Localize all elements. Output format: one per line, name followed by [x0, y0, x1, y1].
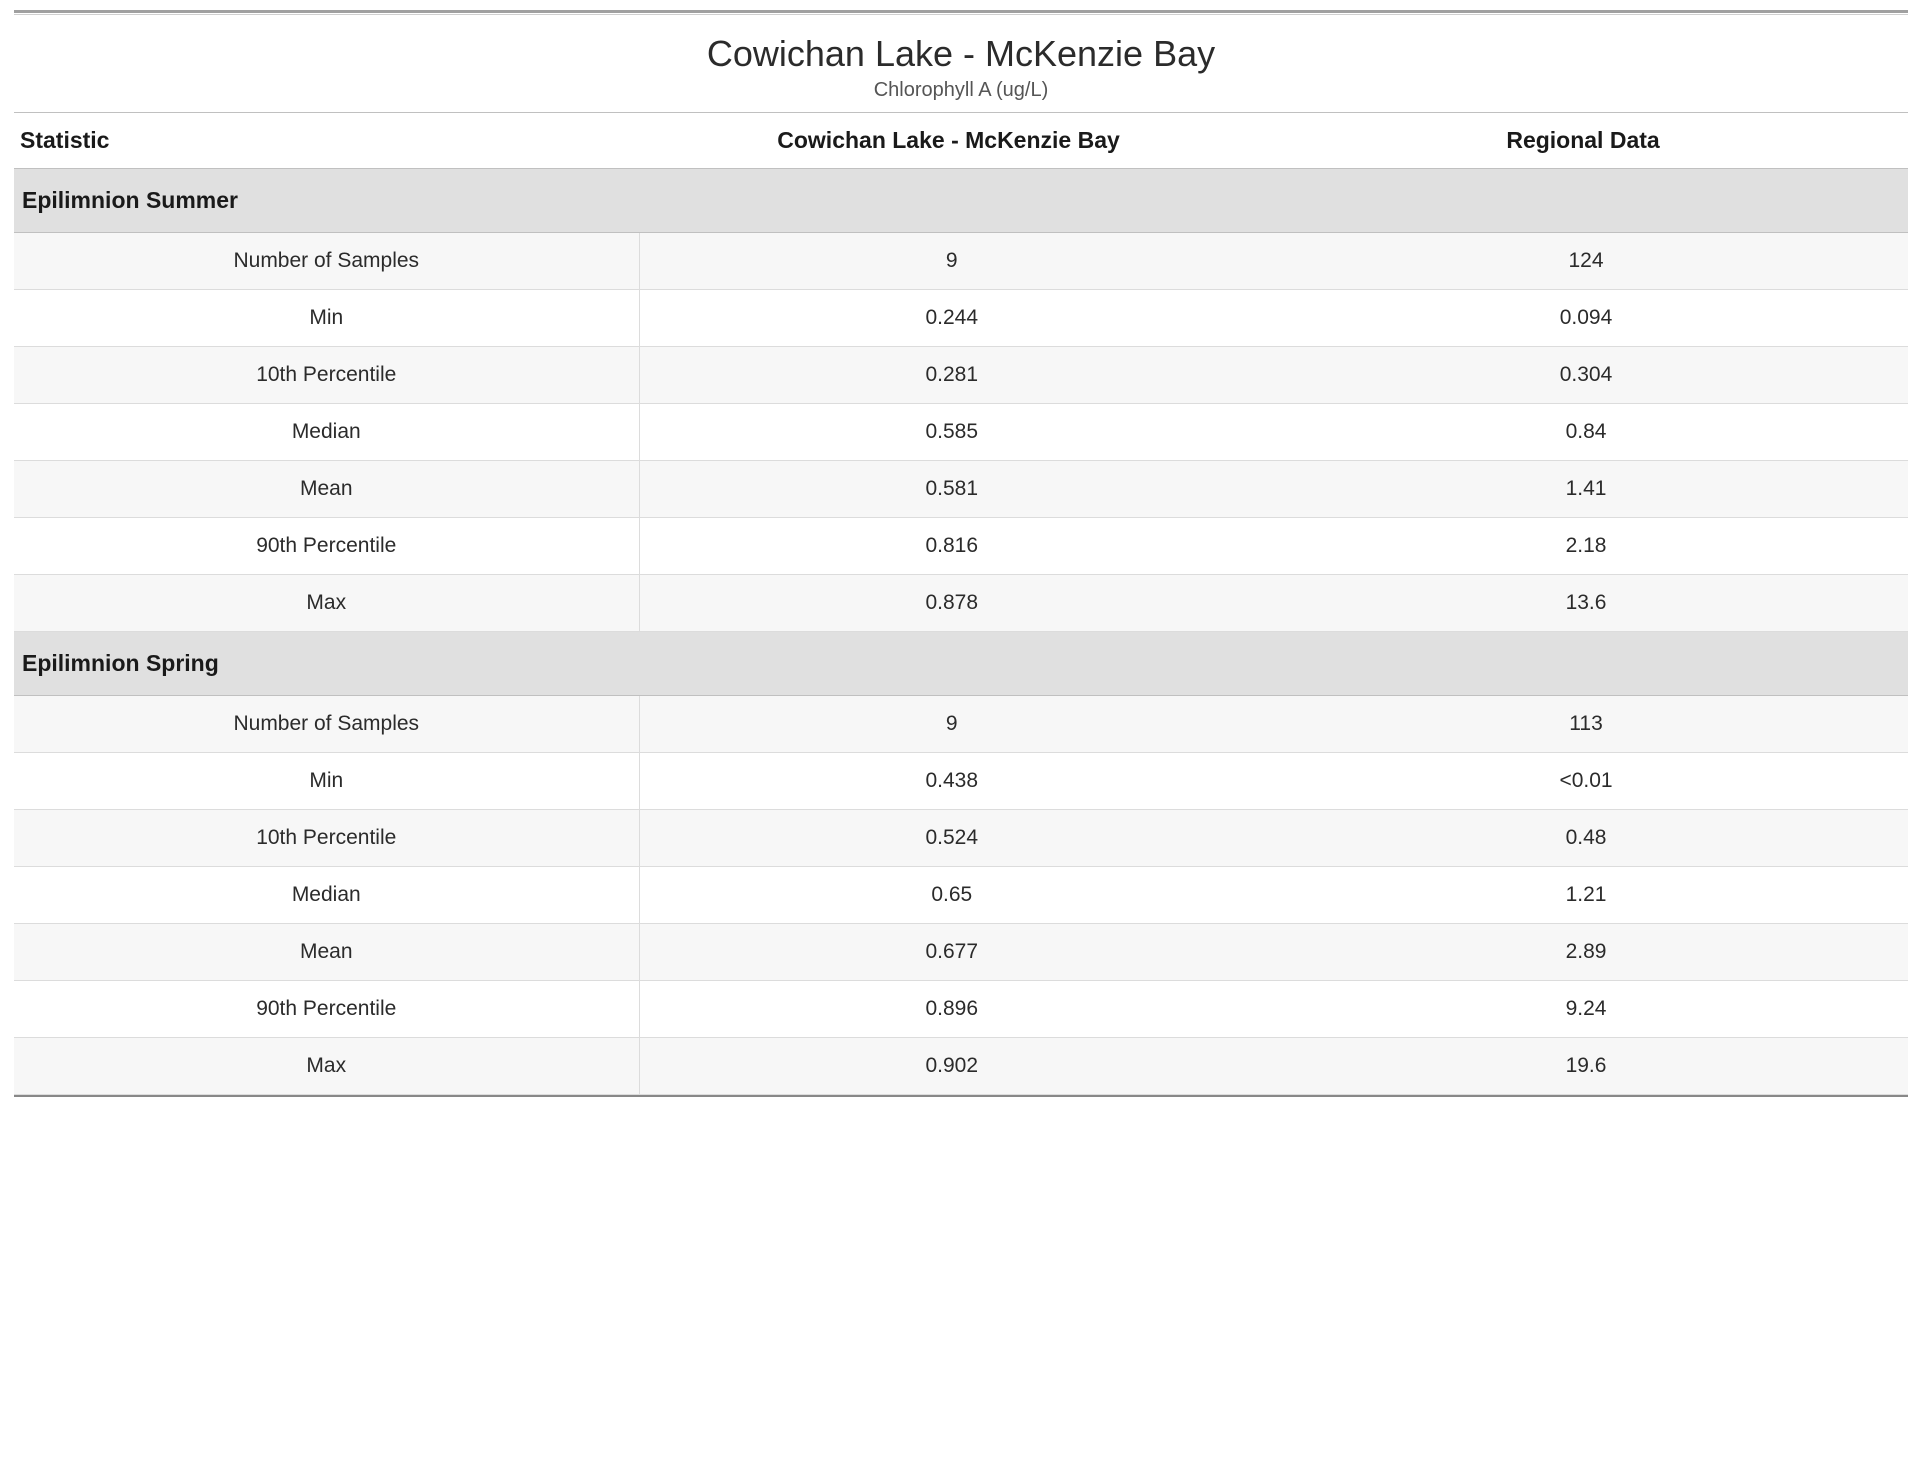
region-value-cell: 0.48: [1264, 810, 1908, 867]
stat-label-cell: Number of Samples: [14, 696, 639, 753]
site-value-cell: 0.438: [639, 753, 1264, 810]
stat-label-cell: Min: [14, 753, 639, 810]
site-value-cell: 0.902: [639, 1038, 1264, 1095]
table-row: Mean0.5811.41: [14, 461, 1908, 518]
region-value-cell: 13.6: [1264, 575, 1908, 632]
stat-label-cell: Number of Samples: [14, 233, 639, 290]
table-row: 90th Percentile0.8162.18: [14, 518, 1908, 575]
site-value-cell: 9: [639, 696, 1264, 753]
site-value-cell: 0.524: [639, 810, 1264, 867]
region-value-cell: 0.304: [1264, 347, 1908, 404]
stat-label-cell: Median: [14, 867, 639, 924]
stat-label-cell: Median: [14, 404, 639, 461]
site-value-cell: 0.878: [639, 575, 1264, 632]
table-row: 90th Percentile0.8969.24: [14, 981, 1908, 1038]
site-value-cell: 9: [639, 233, 1264, 290]
stat-label-cell: 90th Percentile: [14, 518, 639, 575]
table-row: Min0.438<0.01: [14, 753, 1908, 810]
region-value-cell: 124: [1264, 233, 1908, 290]
table-body: Epilimnion SummerNumber of Samples9124Mi…: [14, 169, 1908, 1095]
statistics-table: Statistic Cowichan Lake - McKenzie Bay R…: [14, 112, 1908, 1095]
region-value-cell: 19.6: [1264, 1038, 1908, 1095]
region-value-cell: 0.094: [1264, 290, 1908, 347]
region-value-cell: 0.84: [1264, 404, 1908, 461]
stat-label-cell: 90th Percentile: [14, 981, 639, 1038]
section-header-label: Epilimnion Spring: [14, 632, 1908, 696]
region-value-cell: 2.18: [1264, 518, 1908, 575]
stat-label-cell: Max: [14, 1038, 639, 1095]
site-value-cell: 0.65: [639, 867, 1264, 924]
site-value-cell: 0.281: [639, 347, 1264, 404]
stat-label-cell: Min: [14, 290, 639, 347]
section-header: Epilimnion Spring: [14, 632, 1908, 696]
page-title: Cowichan Lake - McKenzie Bay: [0, 33, 1922, 75]
table-row: Median0.651.21: [14, 867, 1908, 924]
region-value-cell: 113: [1264, 696, 1908, 753]
col-header-region: Regional Data: [1264, 113, 1908, 169]
table-row: 10th Percentile0.5240.48: [14, 810, 1908, 867]
section-header-label: Epilimnion Summer: [14, 169, 1908, 233]
table-row: Min0.2440.094: [14, 290, 1908, 347]
site-value-cell: 0.677: [639, 924, 1264, 981]
report-container: Cowichan Lake - McKenzie Bay Chlorophyll…: [0, 10, 1922, 1097]
site-value-cell: 0.585: [639, 404, 1264, 461]
bottom-rule: [14, 1095, 1908, 1097]
table-row: Median0.5850.84: [14, 404, 1908, 461]
title-block: Cowichan Lake - McKenzie Bay Chlorophyll…: [0, 15, 1922, 112]
table-row: Number of Samples9113: [14, 696, 1908, 753]
site-value-cell: 0.816: [639, 518, 1264, 575]
region-value-cell: 1.41: [1264, 461, 1908, 518]
table-header-row: Statistic Cowichan Lake - McKenzie Bay R…: [14, 113, 1908, 169]
table-row: 10th Percentile0.2810.304: [14, 347, 1908, 404]
stat-label-cell: 10th Percentile: [14, 810, 639, 867]
section-header: Epilimnion Summer: [14, 169, 1908, 233]
site-value-cell: 0.896: [639, 981, 1264, 1038]
region-value-cell: 9.24: [1264, 981, 1908, 1038]
stat-label-cell: Mean: [14, 924, 639, 981]
col-header-statistic: Statistic: [14, 113, 639, 169]
site-value-cell: 0.581: [639, 461, 1264, 518]
table-row: Mean0.6772.89: [14, 924, 1908, 981]
stat-label-cell: 10th Percentile: [14, 347, 639, 404]
col-header-site: Cowichan Lake - McKenzie Bay: [639, 113, 1264, 169]
stat-label-cell: Mean: [14, 461, 639, 518]
region-value-cell: <0.01: [1264, 753, 1908, 810]
table-row: Max0.87813.6: [14, 575, 1908, 632]
region-value-cell: 2.89: [1264, 924, 1908, 981]
table-row: Number of Samples9124: [14, 233, 1908, 290]
region-value-cell: 1.21: [1264, 867, 1908, 924]
page-subtitle: Chlorophyll A (ug/L): [0, 79, 1922, 102]
site-value-cell: 0.244: [639, 290, 1264, 347]
table-row: Max0.90219.6: [14, 1038, 1908, 1095]
stat-label-cell: Max: [14, 575, 639, 632]
